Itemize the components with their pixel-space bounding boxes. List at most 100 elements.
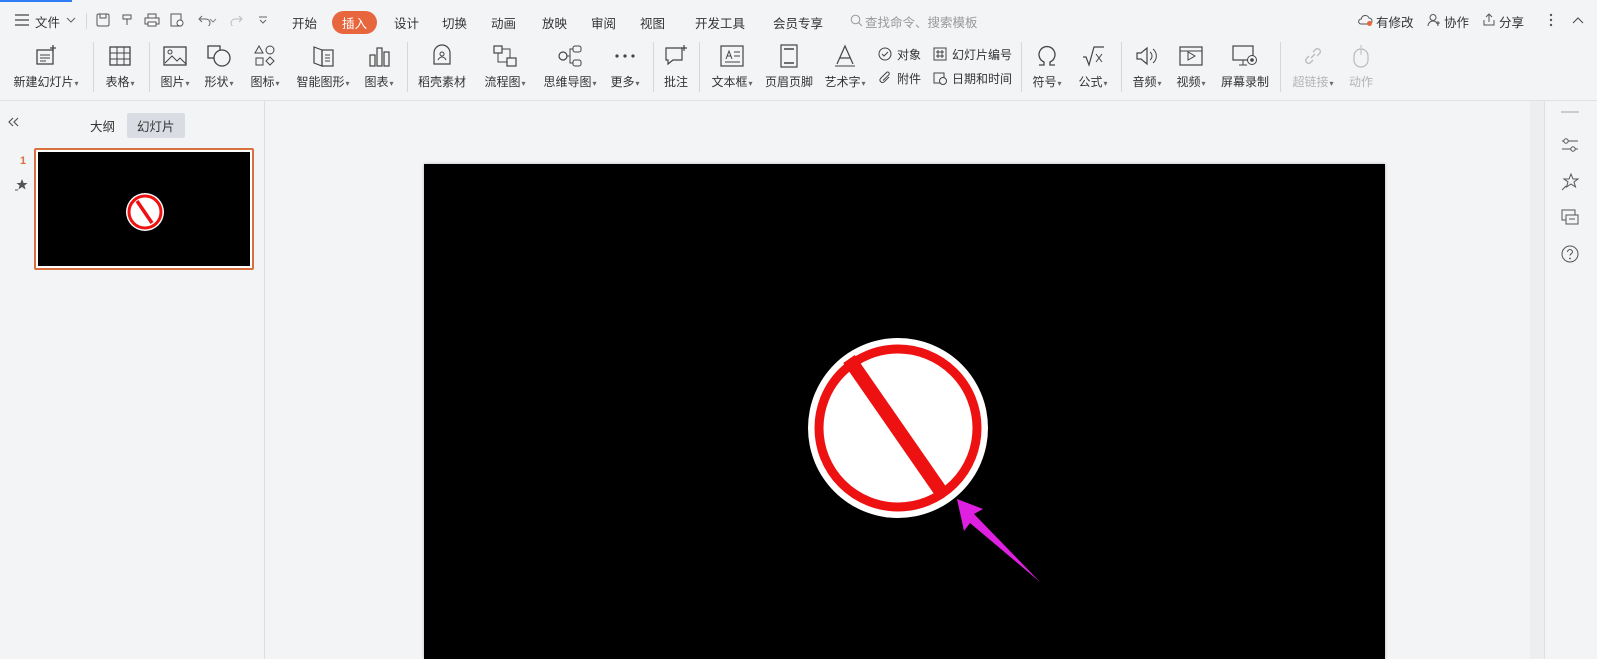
flowchart-icon xyxy=(491,42,519,70)
chart-button[interactable]: 图表 xyxy=(359,40,399,96)
tab-view[interactable]: 视图 xyxy=(630,11,675,34)
smartart-icon xyxy=(309,42,337,70)
header-footer-button[interactable]: 页眉页脚 xyxy=(764,40,814,96)
tab-outline[interactable]: 大纲 xyxy=(90,116,115,135)
smartart-button[interactable]: 智能图形 xyxy=(292,40,354,96)
wordart-label: 艺术字 xyxy=(824,73,865,90)
collapse-panel-icon[interactable] xyxy=(6,115,20,129)
header-footer-label: 页眉页脚 xyxy=(764,75,813,89)
table-button[interactable]: 表格 xyxy=(100,40,140,96)
hamburger-menu-icon[interactable] xyxy=(13,11,31,29)
action-button[interactable]: 动作 xyxy=(1342,40,1380,96)
undo-dropdown-icon[interactable] xyxy=(208,11,218,29)
docer-material-button[interactable]: 稻壳素材 xyxy=(416,40,468,96)
calendar-clock-icon xyxy=(932,70,948,86)
shape-button[interactable]: 形状 xyxy=(200,40,238,96)
more-options-icon[interactable] xyxy=(1542,11,1560,29)
wordart-button[interactable]: 艺术字 xyxy=(820,40,870,96)
video-icon xyxy=(1177,42,1205,70)
picture-button[interactable]: 图片 xyxy=(156,40,194,96)
slide-canvas[interactable] xyxy=(424,164,1385,659)
tab-review[interactable]: 审阅 xyxy=(581,11,626,34)
help-icon[interactable] xyxy=(1561,245,1579,266)
divider xyxy=(1280,42,1281,92)
search-icon xyxy=(847,11,865,29)
share-icon xyxy=(1480,11,1498,29)
divider xyxy=(1121,42,1122,92)
print-preview-icon[interactable] xyxy=(168,11,186,29)
flowchart-button[interactable]: 流程图 xyxy=(480,40,530,96)
tab-transitions[interactable]: 切换 xyxy=(432,11,477,34)
tab-slides[interactable]: 幻灯片 xyxy=(127,113,185,138)
slide-thumbnail-1[interactable] xyxy=(34,148,254,270)
redo-icon[interactable] xyxy=(228,11,246,29)
tab-animations[interactable]: 动画 xyxy=(481,11,526,34)
picture-icon xyxy=(161,42,189,70)
share-button[interactable]: 分享 xyxy=(1499,12,1524,31)
command-search-input[interactable]: 查找命令、搜索模板 xyxy=(865,12,978,31)
tab-member[interactable]: 会员专享 xyxy=(763,11,833,34)
more-button[interactable]: 更多 xyxy=(606,40,644,96)
collaborate-icon xyxy=(1425,11,1443,29)
action-label: 动作 xyxy=(1348,75,1373,89)
screen-record-button[interactable]: 屏幕录制 xyxy=(1218,40,1272,96)
animation-pane-icon[interactable] xyxy=(1561,172,1580,194)
right-task-pane-bar xyxy=(1544,101,1597,659)
mouse-icon xyxy=(1347,42,1375,70)
object-button[interactable]: 对象 xyxy=(877,44,921,64)
pointer-arrow-icon[interactable] xyxy=(957,499,1040,582)
pane-grip xyxy=(1561,111,1579,113)
more-label: 更多 xyxy=(610,73,639,90)
file-menu[interactable]: 文件 xyxy=(35,12,60,31)
tab-design[interactable]: 设计 xyxy=(384,11,429,34)
collaborate-button[interactable]: 协作 xyxy=(1444,12,1469,31)
vertical-scrollbar[interactable] xyxy=(1530,101,1544,659)
hyperlink-button[interactable]: 超链接 xyxy=(1288,40,1338,96)
docer-material-label: 稻壳素材 xyxy=(417,75,466,89)
save-icon[interactable] xyxy=(94,11,112,29)
print-icon[interactable] xyxy=(143,11,161,29)
slide-transition-icon[interactable] xyxy=(1561,209,1579,230)
audio-button[interactable]: 音频 xyxy=(1128,40,1166,96)
bar-chart-icon xyxy=(365,42,393,70)
symbol-button[interactable]: 符号 xyxy=(1028,40,1066,96)
textbox-button[interactable]: 文本框 xyxy=(708,40,756,96)
video-button[interactable]: 视频 xyxy=(1172,40,1210,96)
mindmap-button[interactable]: 思维导图 xyxy=(539,40,601,96)
properties-sliders-icon[interactable] xyxy=(1561,137,1579,156)
collapse-ribbon-icon[interactable] xyxy=(1569,11,1587,29)
tab-home[interactable]: 开始 xyxy=(282,11,327,34)
chart-label: 图表 xyxy=(364,73,393,90)
tab-developer[interactable]: 开发工具 xyxy=(685,11,755,34)
formula-button[interactable]: 公式 xyxy=(1074,40,1112,96)
chevron-down-icon[interactable] xyxy=(62,11,80,29)
tab-insert[interactable]: 插入 xyxy=(332,11,378,34)
smartart-label: 智能图形 xyxy=(296,73,349,90)
wordart-icon xyxy=(831,42,859,70)
tab-slideshow[interactable]: 放映 xyxy=(532,11,577,34)
new-slide-button[interactable]: 新建幻灯片 xyxy=(10,40,82,96)
comment-button[interactable]: 批注 xyxy=(660,40,692,96)
more-dots-icon xyxy=(611,42,639,70)
customize-toolbar-icon[interactable] xyxy=(254,11,272,29)
divider xyxy=(407,42,408,92)
menu-bar: 文件 开始 插入 设计 切换 动画 放映 审阅 视图 开发工具 会员专享 查找命… xyxy=(0,2,1597,38)
video-label: 视频 xyxy=(1176,73,1205,90)
icon-library-button[interactable]: 图标 xyxy=(246,40,284,96)
slide-number-label: 1 xyxy=(20,155,27,167)
format-painter-icon[interactable] xyxy=(118,11,136,29)
divider xyxy=(86,13,87,29)
mindmap-icon xyxy=(556,42,584,70)
slide-number-button[interactable]: 幻灯片编号 xyxy=(932,44,1012,64)
slide-drawing xyxy=(808,338,1040,582)
date-time-button[interactable]: 日期和时间 xyxy=(932,68,1012,88)
prohibition-sign-icon[interactable] xyxy=(808,338,988,518)
shape-icon xyxy=(205,42,233,70)
screen-record-icon xyxy=(1231,42,1259,70)
attachment-label: 附件 xyxy=(897,71,922,86)
new-slide-icon xyxy=(32,42,60,70)
unsaved-changes-status[interactable]: 有修改 xyxy=(1376,12,1414,31)
omega-icon xyxy=(1033,42,1061,70)
attachment-button[interactable]: 附件 xyxy=(877,68,921,88)
comment-label: 批注 xyxy=(663,75,688,89)
